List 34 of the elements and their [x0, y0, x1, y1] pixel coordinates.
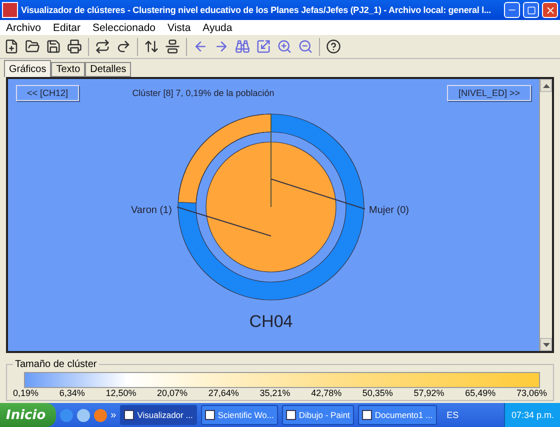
clock: 07:34 p.m. — [511, 410, 554, 420]
more-icon[interactable]: » — [110, 410, 116, 420]
menu-item[interactable]: Seleccionado — [92, 22, 156, 34]
tab[interactable]: Gráficos — [4, 60, 52, 77]
menu-item[interactable]: Archivo — [6, 22, 42, 34]
scale-label: 65,49% — [465, 388, 496, 398]
scale-label: 20,07% — [157, 388, 188, 398]
menu-item[interactable]: Vista — [168, 22, 191, 34]
menu-item[interactable]: Ayuda — [202, 22, 232, 34]
scale-label: 57,92% — [414, 388, 444, 398]
previous-button[interactable]: << [CH12] — [16, 85, 80, 101]
scale-label: 42,78% — [311, 388, 342, 398]
tab[interactable]: Texto — [51, 62, 86, 77]
scale-label: 27,64% — [208, 388, 239, 398]
scale-label: 12,50% — [106, 388, 136, 398]
cluster-caption: Clúster [8] 7, 0,19% de la población — [132, 88, 274, 98]
taskbar-button[interactable]: Visualizador ... — [120, 405, 197, 425]
window-title: Visualizador de clústeres - Clustering nivel educativo de los Planes Jefas/Jefes (PJ2_1) - Archivo local: general l... — [21, 5, 492, 15]
taskbar-button[interactable]: Documento1 ... — [358, 405, 437, 425]
next-button[interactable]: [NIVEL_ED] >> — [447, 85, 531, 101]
menu-item[interactable]: Editar — [53, 22, 80, 34]
cluster-name: CH04 — [249, 312, 293, 331]
scale-label: 0,19% — [13, 388, 39, 398]
scale-label: 50,35% — [362, 388, 393, 398]
taskbar-button[interactable]: Scientific Wo... — [200, 405, 278, 425]
taskbar-button[interactable]: Dibujo - Paint — [282, 405, 354, 425]
scale-label: 35,21% — [260, 388, 290, 398]
chart-label: Mujer (0) — [369, 205, 410, 216]
scale-label: 73,06% — [516, 388, 547, 398]
tab[interactable]: Detalles — [85, 62, 132, 77]
chart-label: Varon (1) — [131, 205, 172, 216]
language-indicator[interactable]: ES — [440, 410, 465, 420]
scale-label: 6,34% — [59, 388, 85, 398]
legend-title: Tamaño de clúster — [14, 359, 98, 370]
